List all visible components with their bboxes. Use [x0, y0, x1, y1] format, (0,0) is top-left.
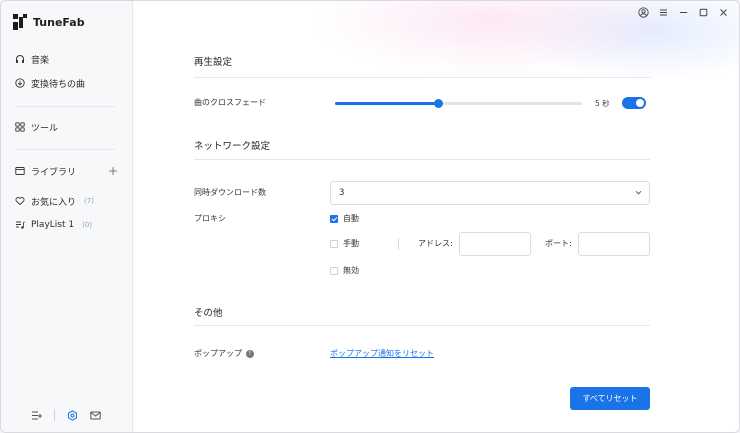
settings-panel: 再生設定 曲のクロスフェード 5 秒 ネットワーク設定 同時ダウンロード数 3 …	[133, 1, 739, 432]
sidebar: TuneFab 音楽 変換待ちの曲 ツール ライブラリ + お気に入り (7)	[1, 1, 133, 432]
list-add-icon[interactable]	[31, 410, 42, 421]
proxy-disabled-label: 無効	[343, 266, 359, 275]
info-icon[interactable]: !	[246, 349, 254, 358]
popup-label: ポップアップ	[194, 349, 242, 358]
toolbar-separator	[54, 409, 55, 421]
crossfade-value: 5 秒	[595, 99, 610, 108]
sidebar-item-converting[interactable]: 変換待ちの曲	[15, 75, 125, 91]
maximize-icon[interactable]	[698, 7, 709, 18]
menu-icon[interactable]	[658, 7, 669, 18]
download-circle-icon	[15, 78, 25, 88]
address-label: アドレス:	[418, 239, 453, 248]
proxy-auto-label: 自動	[343, 214, 359, 223]
concurrent-downloads-select[interactable]: 3	[330, 181, 650, 205]
proxy-auto-checkbox[interactable]	[330, 214, 338, 223]
sidebar-item-label: ツール	[31, 123, 59, 134]
port-label: ポート:	[545, 239, 572, 248]
playlist-icon	[16, 221, 25, 229]
add-playlist-button[interactable]: +	[108, 164, 118, 178]
library-folder-icon	[15, 167, 25, 175]
sidebar-item-label: ライブラリ	[31, 167, 77, 178]
item-count: (7)	[84, 197, 94, 205]
crossfade-toggle[interactable]	[622, 97, 646, 109]
proxy-disabled-option[interactable]: 無効	[330, 265, 359, 276]
sidebar-item-favorites[interactable]: お気に入り (7)	[15, 193, 125, 209]
mail-icon[interactable]	[90, 410, 101, 421]
toggle-knob	[636, 99, 644, 107]
app-window: TuneFab 音楽 変換待ちの曲 ツール ライブラリ + お気に入り (7)	[0, 0, 740, 433]
crossfade-label: 曲のクロスフェード	[194, 98, 266, 107]
grid-icon	[15, 122, 25, 132]
proxy-label: プロキシ	[194, 214, 226, 223]
sidebar-item-label: 変換待ちの曲	[31, 79, 86, 90]
sidebar-item-music[interactable]: 音楽	[15, 51, 125, 67]
reset-all-button[interactable]: すべてリセット	[570, 387, 650, 410]
section-title-network: ネットワーク設定	[194, 141, 271, 152]
window-controls	[638, 7, 729, 18]
close-icon[interactable]	[718, 7, 729, 18]
proxy-separator	[398, 238, 399, 250]
proxy-manual-checkbox[interactable]	[330, 239, 338, 248]
reset-popup-link[interactable]: ポップアップ通知をリセット	[330, 348, 434, 359]
section-divider	[194, 325, 650, 326]
proxy-manual-option[interactable]: 手動	[330, 238, 359, 249]
proxy-manual-label: 手動	[343, 239, 359, 248]
select-value: 3	[339, 188, 345, 198]
proxy-auto-option[interactable]: 自動	[330, 213, 359, 224]
sidebar-item-label: お気に入り	[31, 197, 77, 208]
account-icon[interactable]	[638, 7, 649, 18]
proxy-port-input[interactable]	[578, 232, 650, 256]
minimize-icon[interactable]	[678, 7, 689, 18]
section-divider	[194, 77, 650, 78]
sidebar-item-label: 音楽	[31, 55, 50, 66]
item-count: (0)	[82, 221, 93, 229]
crossfade-slider[interactable]	[335, 99, 582, 108]
headphones-icon	[16, 55, 24, 63]
chevron-down-icon	[635, 190, 642, 195]
sidebar-item-playlist[interactable]: PlayList 1 (0)	[15, 217, 125, 233]
section-title-other: その他	[194, 308, 223, 319]
sidebar-item-label: PlayList 1	[31, 220, 75, 230]
tunefab-logo-icon	[13, 14, 27, 30]
sidebar-item-tools[interactable]: ツール	[15, 119, 125, 135]
crossfade-slider-fill	[335, 102, 439, 105]
sidebar-divider	[15, 149, 115, 150]
concurrent-downloads-label: 同時ダウンロード数	[194, 188, 266, 197]
section-divider	[194, 159, 650, 160]
proxy-address-input[interactable]	[459, 232, 531, 256]
proxy-disabled-checkbox[interactable]	[330, 266, 338, 275]
sidebar-divider	[15, 106, 115, 107]
app-name: TuneFab	[33, 16, 85, 29]
sidebar-bottom-toolbar	[31, 409, 101, 421]
settings-icon[interactable]	[67, 409, 78, 421]
heart-icon	[15, 197, 25, 206]
popup-label-row: ポップアップ!	[194, 348, 254, 359]
crossfade-slider-thumb[interactable]	[434, 99, 444, 108]
app-logo: TuneFab	[13, 14, 85, 31]
section-title-playback: 再生設定	[194, 57, 233, 68]
